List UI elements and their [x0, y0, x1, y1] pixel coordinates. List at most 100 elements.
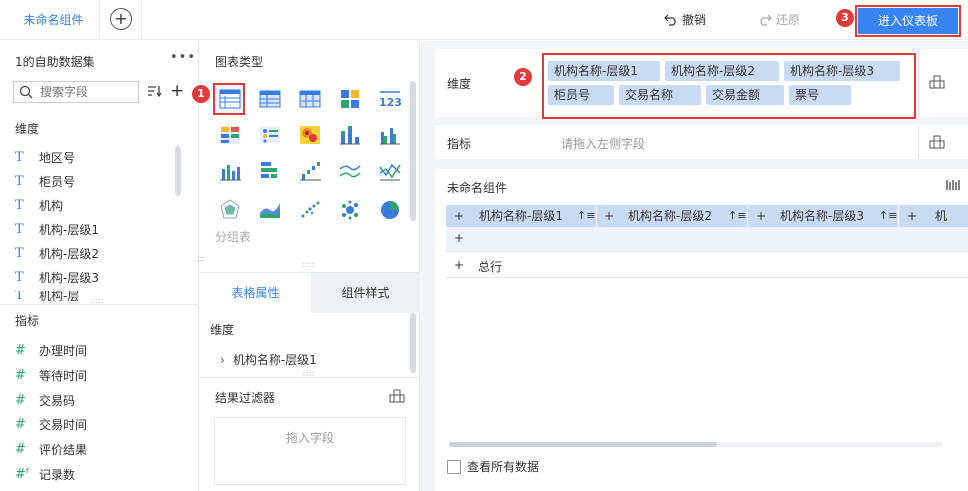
redo-icon [760, 14, 772, 26]
measure-shelf: 指标 请拖入左侧字段 [435, 125, 968, 159]
expand-icon[interactable]: + [454, 258, 464, 272]
dimension-field[interactable]: T 机构-层级1 [15, 220, 99, 240]
bar-chart-icon[interactable] [258, 159, 282, 183]
detail-table-icon[interactable] [258, 87, 282, 111]
property-dimension-item[interactable]: › 机构名称-层级1 [220, 351, 317, 368]
field-search [13, 81, 139, 103]
waterfall-icon[interactable] [298, 159, 322, 183]
dimension-field[interactable]: T 地区号 [15, 148, 75, 168]
number-type-icon: # [15, 393, 26, 408]
measure-field[interactable]: # 等待时间 [15, 366, 87, 386]
sort-icon[interactable]: ↑≡ [728, 205, 746, 227]
barcode-icon[interactable] [946, 179, 962, 191]
measure-drop-zone[interactable]: 请拖入左侧字段 [561, 135, 645, 152]
shelf-divider [918, 49, 919, 117]
column-divider [898, 205, 899, 227]
column-divider [596, 205, 597, 227]
chart-type-scrollbar[interactable] [410, 81, 416, 221]
view-all-checkbox[interactable] [447, 459, 461, 474]
kpi-number-icon[interactable]: 123 [378, 87, 402, 111]
tab-component-style[interactable]: 组件样式 [311, 273, 420, 313]
dimension-config-icon[interactable] [929, 75, 945, 89]
cross-table-icon[interactable] [298, 87, 322, 111]
progress-table-icon[interactable] [258, 123, 282, 147]
dimension-chip[interactable]: 票号 [789, 85, 851, 105]
dimension-chip[interactable]: 柜员号 [548, 85, 614, 105]
search-input[interactable] [40, 84, 136, 100]
grouped-table-icon[interactable] [218, 87, 242, 111]
text-type-icon: T [15, 150, 24, 165]
more-icon[interactable]: ••• [170, 50, 196, 65]
redo-button[interactable]: 还原 [758, 11, 800, 29]
tab-table-properties[interactable]: 表格属性 [200, 273, 311, 313]
dimension-section-label: 维度 [15, 122, 40, 136]
sort-icon[interactable] [147, 85, 165, 99]
radar-icon[interactable] [218, 198, 242, 222]
stacked-bar-icon[interactable] [338, 123, 362, 147]
column-header[interactable]: 机构名称-层级3 [780, 205, 864, 227]
sort-icon[interactable]: ↑≡ [879, 205, 897, 227]
dimension-chip[interactable]: 机构名称-层级3 [784, 61, 900, 81]
tab-component[interactable]: 未命名组件 [8, 0, 100, 40]
undo-label: 撤销 [682, 13, 707, 27]
add-field-icon[interactable]: + [170, 81, 184, 101]
view-all-label: 查看所有数据 [467, 460, 540, 474]
horizontal-scrollbar[interactable] [449, 442, 943, 447]
grouped-bar-icon[interactable] [378, 123, 402, 147]
heatmap-icon[interactable] [298, 123, 322, 147]
column-header[interactable]: 机 [935, 205, 968, 227]
filter-drop-zone[interactable]: 拖入字段 [214, 417, 406, 485]
text-type-icon: T [15, 174, 24, 189]
add-tab-icon[interactable]: + [110, 8, 132, 30]
expand-icon[interactable]: + [756, 205, 766, 227]
bubble-icon[interactable] [338, 198, 362, 222]
dimension-chip[interactable]: 交易名称 [619, 85, 701, 105]
pie-chart-icon[interactable] [378, 198, 402, 222]
measure-config-icon[interactable] [929, 135, 945, 149]
dimension-field[interactable]: T 机构-层级2 [15, 244, 99, 264]
number-type-icon: # [15, 343, 26, 358]
view-all-data[interactable]: 查看所有数据 [447, 458, 539, 475]
dimension-drop-zone[interactable]: 机构名称-层级1 机构名称-层级2 机构名称-层级3 柜员号 交易名称 交易金额… [542, 53, 916, 119]
color-block-icon[interactable] [338, 87, 362, 111]
measure-field[interactable]: #ᶠ 记录数 [15, 465, 75, 485]
measure-field[interactable]: # 交易时间 [15, 415, 87, 435]
expand-icon[interactable]: + [454, 231, 464, 245]
column-chart-icon[interactable] [218, 159, 242, 183]
dimension-field-partial[interactable]: T 机构-层 [15, 291, 79, 301]
chevron-right-icon: › [220, 353, 225, 367]
enter-dashboard-button[interactable]: 进入仪表板 [855, 5, 961, 37]
dimension-chip[interactable]: 交易金额 [706, 85, 784, 105]
resize-handle[interactable]: ∷∷ [303, 261, 315, 270]
redo-label: 还原 [776, 13, 801, 27]
filter-config-icon[interactable] [389, 389, 405, 403]
dimension-scrollbar[interactable] [175, 146, 181, 196]
measure-field[interactable]: # 办理时间 [15, 341, 87, 361]
column-header[interactable]: 机构名称-层级1 [479, 205, 563, 227]
measure-field[interactable]: # 交易码 [15, 391, 75, 411]
dimension-field[interactable]: T 柜员号 [15, 172, 75, 192]
area-chart-icon[interactable] [258, 198, 282, 222]
expand-icon[interactable]: + [454, 205, 464, 227]
dimension-field[interactable]: T 机构-层级3 [15, 268, 99, 288]
multi-line-icon[interactable] [378, 159, 402, 183]
scatter-icon[interactable] [298, 198, 322, 222]
scrollbar-thumb[interactable] [449, 442, 717, 447]
dimension-chip[interactable]: 机构名称-层级1 [548, 61, 660, 81]
sort-icon[interactable]: ↑≡ [577, 205, 595, 227]
measure-field[interactable]: # 评价结果 [15, 440, 87, 460]
svg-text:123: 123 [379, 96, 402, 109]
dimension-field[interactable]: T 机构 [15, 196, 63, 216]
dimension-chip[interactable]: 机构名称-层级2 [665, 61, 779, 81]
number-table-icon[interactable] [218, 123, 242, 147]
number-type-icon: # [15, 442, 26, 457]
undo-button[interactable]: 撤销 [664, 11, 706, 29]
column-header[interactable]: 机构名称-层级2 [628, 205, 712, 227]
expand-icon[interactable]: + [604, 205, 614, 227]
property-tabs: 表格属性 组件样式 [200, 272, 420, 313]
expand-icon[interactable]: + [907, 205, 917, 227]
line-chart-icon[interactable] [338, 159, 362, 183]
property-scrollbar[interactable] [410, 313, 416, 373]
number-type-icon: # [15, 417, 26, 432]
table-row: + [446, 227, 968, 252]
